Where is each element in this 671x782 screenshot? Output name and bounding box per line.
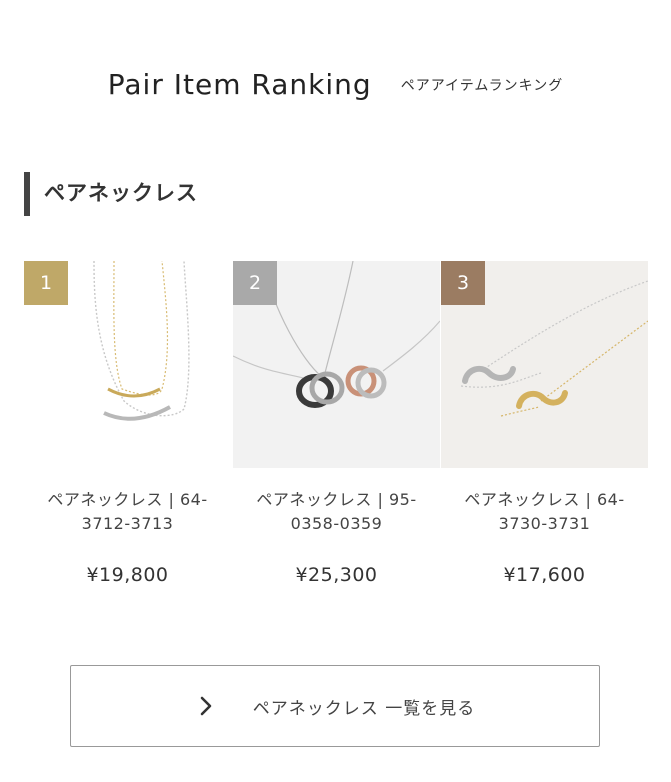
rank-badge-2: 2 [233, 261, 277, 305]
section-title: ペアネックレス [24, 172, 198, 216]
product-image-3[interactable]: 3 [441, 261, 648, 468]
product-card-3[interactable]: 3 ペアネックレス | 64-3730-3731 ¥17,600 [441, 261, 648, 586]
page-title: Pair Item Ranking [107, 68, 372, 101]
rank-badge-1: 1 [24, 261, 68, 305]
product-card-2[interactable]: 2 ペアネックレス | 95-0358-0359 ¥25,300 [233, 261, 440, 586]
product-price-3: ¥17,600 [503, 564, 586, 586]
product-image-1[interactable]: 1 [24, 261, 231, 468]
product-name-3[interactable]: ペアネックレス | 64-3730-3731 [441, 488, 648, 536]
product-price-2: ¥25,300 [295, 564, 378, 586]
view-all-label: ペアネックレス 一覧を見る [252, 698, 476, 719]
product-name-2[interactable]: ペアネックレス | 95-0358-0359 [233, 488, 440, 536]
chevron-right-icon [200, 696, 212, 716]
product-price-1: ¥19,800 [86, 564, 169, 586]
product-card-1[interactable]: 1 ペアネックレス | 64-3712-3713 ¥19,800 [24, 261, 231, 586]
view-all-necklaces-button[interactable]: ペアネックレス 一覧を見る [70, 665, 600, 747]
product-name-1[interactable]: ペアネックレス | 64-3712-3713 [24, 488, 231, 536]
page-subtitle: ペアアイテムランキング [400, 77, 564, 94]
page-header: Pair Item Ranking ペアアイテムランキング [0, 68, 671, 101]
product-image-2[interactable]: 2 [233, 261, 440, 468]
rank-badge-3: 3 [441, 261, 485, 305]
product-list: 1 ペアネックレス | 64-3712-3713 ¥19,800 2 ペアネック… [24, 261, 649, 601]
